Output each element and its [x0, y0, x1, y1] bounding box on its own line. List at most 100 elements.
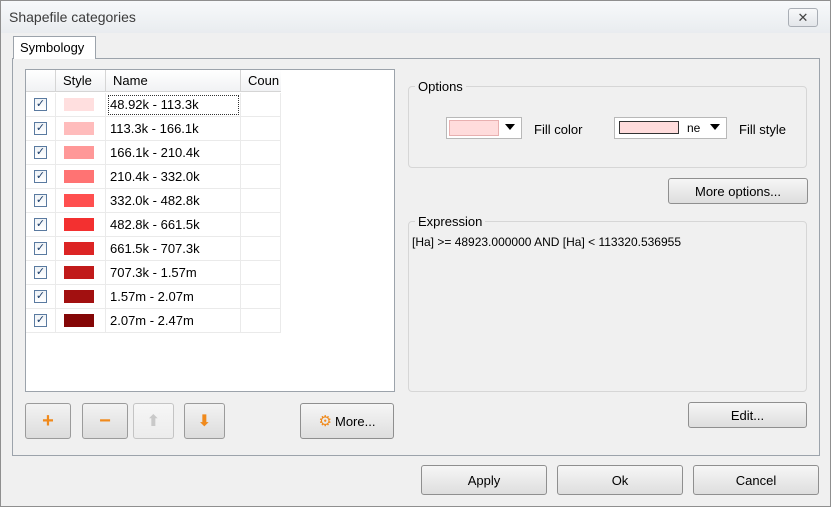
close-icon: ✕	[797, 9, 809, 25]
category-row[interactable]: ✓ 707.3k - 1.57m	[26, 261, 281, 285]
visibility-checkbox[interactable]: ✓	[34, 194, 47, 207]
row-check-cell: ✓	[26, 189, 56, 213]
edit-button[interactable]: Edit...	[688, 402, 807, 428]
category-count	[241, 117, 281, 141]
category-count	[241, 213, 281, 237]
expression-legend: Expression	[415, 214, 486, 229]
more-options-label: More options...	[695, 183, 781, 199]
row-check-cell: ✓	[26, 117, 56, 141]
more-button[interactable]: ⚙ More...	[300, 403, 394, 439]
category-count	[241, 165, 281, 189]
ok-button-label: Ok	[611, 472, 629, 488]
header-count[interactable]: Coun	[241, 70, 281, 92]
style-swatch[interactable]	[64, 194, 94, 207]
style-swatch[interactable]	[64, 98, 94, 111]
tab-symbology[interactable]: Symbology	[13, 36, 96, 59]
close-button[interactable]: ✕	[788, 8, 818, 27]
categories-list[interactable]: Style Name Coun ✓ 48.92k - 113.3k ✓ 113.3k …	[25, 69, 395, 392]
row-check-cell: ✓	[26, 285, 56, 309]
category-name[interactable]: 1.57m - 2.07m	[106, 285, 241, 309]
tab-label: Symbology	[20, 40, 85, 55]
row-style-cell	[56, 165, 106, 189]
style-swatch[interactable]	[64, 266, 94, 279]
row-style-cell	[56, 213, 106, 237]
row-style-cell	[56, 93, 106, 117]
apply-button-label: Apply	[467, 472, 501, 488]
add-category-button[interactable]: +	[25, 403, 71, 439]
category-row[interactable]: ✓ 48.92k - 113.3k	[26, 93, 281, 117]
cancel-button[interactable]: Cancel	[693, 465, 819, 495]
style-swatch[interactable]	[64, 218, 94, 231]
style-swatch[interactable]	[64, 314, 94, 327]
fill-color-dropdown[interactable]	[446, 117, 522, 139]
visibility-checkbox[interactable]: ✓	[34, 146, 47, 159]
remove-category-button[interactable]: −	[82, 403, 128, 439]
chevron-down-icon	[710, 124, 720, 130]
row-check-cell: ✓	[26, 93, 56, 117]
row-check-cell: ✓	[26, 165, 56, 189]
category-count	[241, 285, 281, 309]
arrow-up-icon: ⬆	[146, 413, 161, 430]
row-check-cell: ✓	[26, 213, 56, 237]
category-name[interactable]: 2.07m - 2.47m	[106, 309, 241, 333]
category-name[interactable]: 113.3k - 166.1k	[106, 117, 241, 141]
ok-button[interactable]: Ok	[557, 465, 683, 495]
header-name[interactable]: Name	[106, 70, 241, 92]
header-style[interactable]: Style	[56, 70, 106, 92]
category-count	[241, 93, 281, 117]
row-style-cell	[56, 261, 106, 285]
title-bar: Shapefile categories ✕	[1, 1, 830, 33]
style-swatch[interactable]	[64, 122, 94, 135]
category-name[interactable]: 661.5k - 707.3k	[106, 237, 241, 261]
style-swatch[interactable]	[64, 170, 94, 183]
more-options-button[interactable]: More options...	[668, 178, 808, 204]
header-check	[26, 70, 56, 92]
category-row[interactable]: ✓ 210.4k - 332.0k	[26, 165, 281, 189]
move-up-button[interactable]: ⬆	[133, 403, 174, 439]
category-name[interactable]: 482.8k - 661.5k	[106, 213, 241, 237]
visibility-checkbox[interactable]: ✓	[34, 98, 47, 111]
more-button-label: More...	[334, 413, 376, 429]
category-count	[241, 309, 281, 333]
arrow-down-icon: ⬇	[197, 413, 212, 430]
category-row[interactable]: ✓ 1.57m - 2.07m	[26, 285, 281, 309]
visibility-checkbox[interactable]: ✓	[34, 122, 47, 135]
fill-style-dropdown[interactable]: ne	[614, 117, 727, 139]
minus-icon: −	[99, 409, 111, 432]
style-swatch[interactable]	[64, 146, 94, 159]
visibility-checkbox[interactable]: ✓	[34, 314, 47, 327]
window-title: Shapefile categories	[9, 9, 136, 25]
fill-style-label: Fill style	[739, 122, 786, 137]
row-check-cell: ✓	[26, 237, 56, 261]
category-name[interactable]: 48.92k - 113.3k	[106, 93, 241, 117]
row-style-cell	[56, 309, 106, 333]
apply-button[interactable]: Apply	[421, 465, 547, 495]
chevron-down-icon	[505, 124, 515, 130]
category-name[interactable]: 707.3k - 1.57m	[106, 261, 241, 285]
expression-text[interactable]: [Ha] >= 48923.000000 AND [Ha] < 113320.5…	[412, 235, 681, 249]
category-row[interactable]: ✓ 166.1k - 210.4k	[26, 141, 281, 165]
grid-header: Style Name Coun	[26, 70, 281, 92]
row-style-cell	[56, 141, 106, 165]
category-row[interactable]: ✓ 332.0k - 482.8k	[26, 189, 281, 213]
plus-icon: +	[42, 409, 54, 432]
move-down-button[interactable]: ⬇	[184, 403, 225, 439]
visibility-checkbox[interactable]: ✓	[34, 266, 47, 279]
category-name[interactable]: 166.1k - 210.4k	[106, 141, 241, 165]
category-name[interactable]: 210.4k - 332.0k	[106, 165, 241, 189]
visibility-checkbox[interactable]: ✓	[34, 218, 47, 231]
style-swatch[interactable]	[64, 242, 94, 255]
category-name[interactable]: 332.0k - 482.8k	[106, 189, 241, 213]
category-count	[241, 189, 281, 213]
visibility-checkbox[interactable]: ✓	[34, 242, 47, 255]
category-row[interactable]: ✓ 2.07m - 2.47m	[26, 309, 281, 333]
options-legend: Options	[415, 79, 466, 94]
category-row[interactable]: ✓ 113.3k - 166.1k	[26, 117, 281, 141]
fill-color-label: Fill color	[534, 122, 583, 137]
category-row[interactable]: ✓ 661.5k - 707.3k	[26, 237, 281, 261]
visibility-checkbox[interactable]: ✓	[34, 170, 47, 183]
style-swatch[interactable]	[64, 290, 94, 303]
gear-icon: ⚙	[318, 413, 332, 430]
visibility-checkbox[interactable]: ✓	[34, 290, 47, 303]
category-row[interactable]: ✓ 482.8k - 661.5k	[26, 213, 281, 237]
